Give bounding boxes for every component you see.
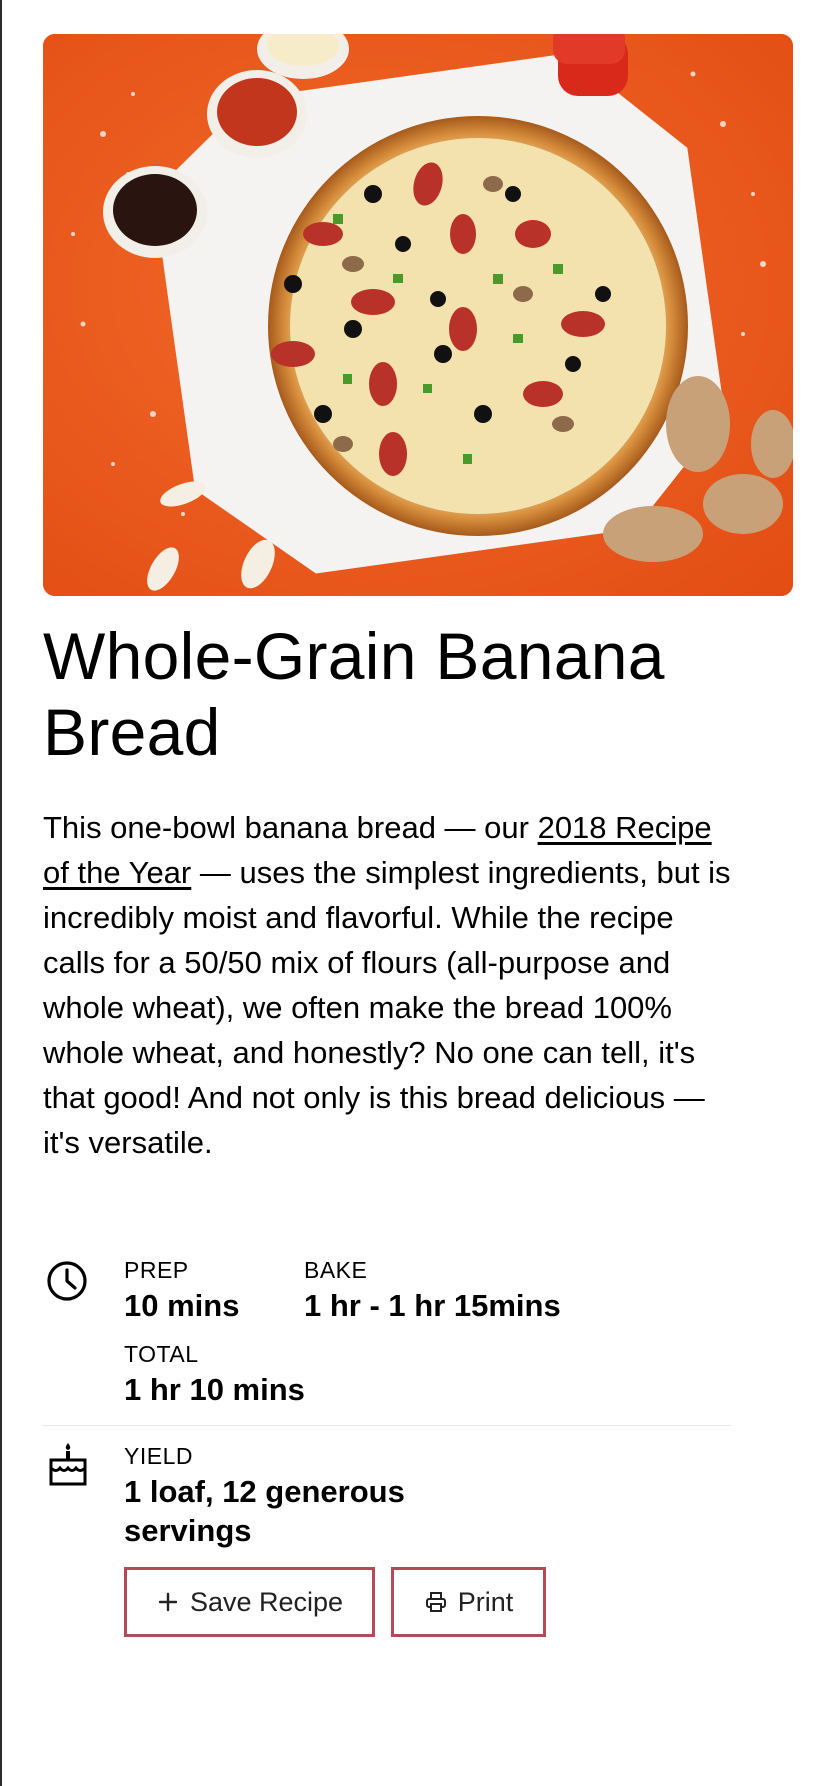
save-recipe-label: Save Recipe <box>189 1586 344 1617</box>
description-text-2: — uses the simplest ingredients, but is … <box>43 855 731 1160</box>
bake-label: BAKE <box>304 1257 368 1283</box>
recipe-description: This one-bowl banana bread — our 2018 Re… <box>43 805 743 1165</box>
printer-icon <box>425 1592 446 1612</box>
total-label: TOTAL <box>124 1341 199 1367</box>
section-divider <box>43 1425 731 1426</box>
recipe-title: Whole-Grain Banana Bread <box>43 619 665 769</box>
prep-value: 10 mins <box>124 1288 240 1323</box>
description-text-1: This one-bowl banana bread — our <box>43 810 538 845</box>
cake-icon <box>49 1443 87 1486</box>
recipe-page: Whole-Grain Banana Bread This one-bowl b… <box>0 0 830 1786</box>
clock-icon <box>47 1261 87 1301</box>
print-label: Print <box>457 1586 514 1617</box>
print-button[interactable]: Print <box>391 1567 546 1637</box>
recipe-hero-image <box>43 34 793 596</box>
prep-label: PREP <box>124 1257 189 1283</box>
save-recipe-button[interactable]: Save Recipe <box>124 1567 375 1637</box>
yield-value: 1 loaf, 12 generous servings <box>124 1474 405 1548</box>
plus-icon <box>158 1592 178 1612</box>
bake-value: 1 hr - 1 hr 15mins <box>304 1288 561 1323</box>
yield-label: YIELD <box>124 1443 193 1469</box>
total-value: 1 hr 10 mins <box>124 1372 305 1407</box>
